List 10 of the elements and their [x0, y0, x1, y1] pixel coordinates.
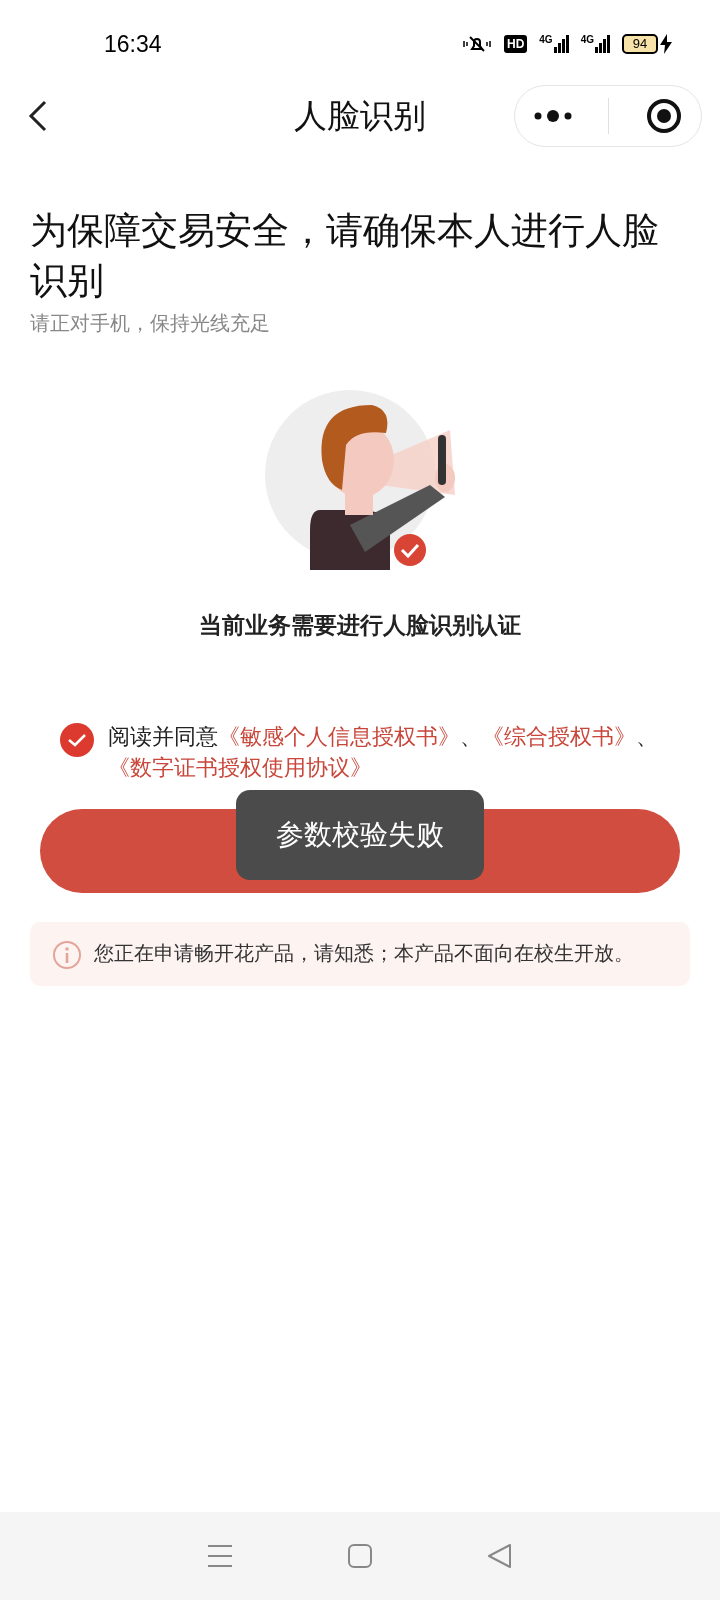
subtitle: 请正对手机，保持光线充足	[30, 311, 271, 336]
hd-badge: HD	[503, 35, 528, 53]
toast-message: 参数校验失败	[276, 818, 444, 852]
battery-icon: 94	[622, 34, 658, 54]
agreement-text: 阅读并同意《敏感个人信息授权书》、《综合授权书》、 《数字证书授权使用协议》	[108, 722, 659, 782]
status-time: 16:34	[104, 29, 162, 59]
notice-text: 您正在申请畅开花产品，请知悉；本产品不面向在校生开放。	[94, 940, 634, 966]
caption: 当前业务需要进行人脸识别认证	[198, 611, 522, 640]
page-title: 人脸识别	[294, 96, 426, 137]
page-heading: 为保障交易安全，请确保本人进行人脸识别	[30, 209, 660, 303]
